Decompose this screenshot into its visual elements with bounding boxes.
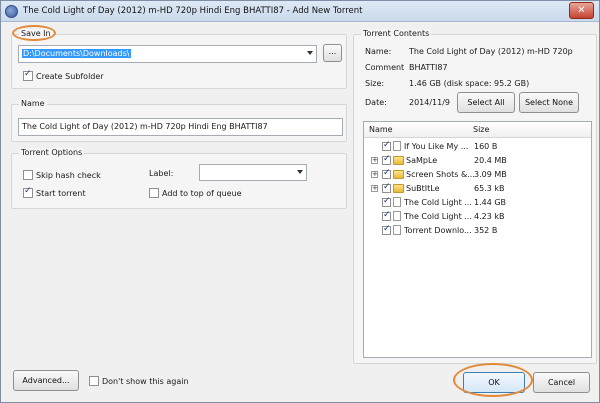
info-date-key: Date: xyxy=(365,98,387,107)
file-checkbox[interactable] xyxy=(382,168,391,179)
label-dropdown[interactable] xyxy=(199,164,307,181)
file-name: Torrent Downlo... xyxy=(404,226,472,235)
file-tree-row[interactable]: + SaMpLe 20.4 MB xyxy=(364,154,591,168)
add-top-queue-label: Add to top of queue xyxy=(162,189,242,198)
file-icon xyxy=(393,141,401,151)
file-size: 4.23 kB xyxy=(474,212,505,221)
file-checkbox[interactable] xyxy=(382,224,391,235)
file-size: 65.3 kB xyxy=(474,184,505,193)
file-size: 20.4 MB xyxy=(474,156,507,165)
folder-icon xyxy=(393,156,404,165)
torrent-name-input[interactable]: The Cold Light of Day (2012) m-HD 720p H… xyxy=(18,118,343,136)
close-button[interactable]: ✕ xyxy=(569,2,594,19)
window-title: The Cold Light of Day (2012) m-HD 720p H… xyxy=(23,6,363,16)
file-checkbox[interactable] xyxy=(382,210,391,221)
info-comment-key: Comment xyxy=(365,63,405,72)
folder-icon xyxy=(393,170,404,179)
folder-name: SaMpLe xyxy=(406,156,438,165)
file-size: 1.44 GB xyxy=(474,198,507,207)
expand-icon[interactable]: + xyxy=(371,157,378,164)
select-all-button[interactable]: Select All xyxy=(457,92,515,113)
add-torrent-dialog: The Cold Light of Day (2012) m-HD 720p H… xyxy=(0,0,600,403)
chevron-down-icon xyxy=(297,170,303,174)
skip-hash-checkbox[interactable] xyxy=(23,170,33,180)
file-checkbox[interactable] xyxy=(382,182,391,193)
label-field-label: Label: xyxy=(149,169,174,178)
torrent-options-group xyxy=(11,153,347,209)
info-name-key: Name: xyxy=(365,47,392,56)
expand-icon[interactable]: + xyxy=(371,171,378,178)
file-checkbox[interactable] xyxy=(382,140,391,151)
file-icon xyxy=(393,211,401,221)
browse-button[interactable]: ... xyxy=(323,44,342,62)
file-icon xyxy=(393,225,401,235)
file-tree-row[interactable]: Torrent Downlo... 352 B xyxy=(364,224,591,238)
add-top-queue-checkbox[interactable] xyxy=(149,188,159,198)
file-tree-header: Name Size xyxy=(364,122,591,138)
start-torrent-label: Start torrent xyxy=(36,189,86,198)
create-subfolder-checkbox[interactable] xyxy=(23,69,33,81)
folder-name: SuBtItLe xyxy=(406,184,440,193)
file-tree-row[interactable]: If You Like My ... 160 B xyxy=(364,140,591,154)
file-tree-row[interactable]: The Cold Light ... 4.23 kB xyxy=(364,210,591,224)
cancel-button[interactable]: Cancel xyxy=(533,372,590,393)
info-name-value: The Cold Light of Day (2012) m-HD 720p xyxy=(409,47,573,56)
dont-show-checkbox[interactable] xyxy=(89,376,99,386)
column-header-size[interactable]: Size xyxy=(473,125,489,134)
app-icon xyxy=(5,5,18,18)
select-none-button[interactable]: Select None xyxy=(519,92,579,113)
info-size-key: Size: xyxy=(365,79,385,88)
title-bar[interactable]: The Cold Light of Day (2012) m-HD 720p H… xyxy=(1,1,599,22)
file-tree-row[interactable]: + Screen Shots &... 3.09 MB xyxy=(364,168,591,182)
info-comment-value: BHATTI87 xyxy=(409,63,448,72)
file-size: 3.09 MB xyxy=(474,170,507,179)
expand-icon[interactable]: + xyxy=(371,185,378,192)
torrent-options-label: Torrent Options xyxy=(19,148,85,157)
save-path-value: D:\Documents\Downloads\ xyxy=(22,49,131,58)
file-name: If You Like My ... xyxy=(404,142,469,151)
name-label: Name xyxy=(19,99,47,108)
file-name: The Cold Light ... xyxy=(404,212,472,221)
file-size: 352 B xyxy=(474,226,498,235)
file-tree-row[interactable]: The Cold Light ... 1.44 GB xyxy=(364,196,591,210)
annotation-circle xyxy=(12,25,56,41)
annotation-circle xyxy=(453,363,533,397)
torrent-contents-label: Torrent Contents xyxy=(361,29,432,38)
folder-icon xyxy=(393,184,404,193)
file-tree[interactable]: Name Size If You Like My ... 160 B + SaM… xyxy=(363,121,592,358)
dont-show-label: Don't show this again xyxy=(102,377,189,386)
info-size-value: 1.46 GB (disk space: 95.2 GB) xyxy=(409,79,530,88)
create-subfolder-label: Create Subfolder xyxy=(36,72,104,81)
folder-name: Screen Shots &... xyxy=(406,170,475,179)
chevron-down-icon xyxy=(307,51,313,55)
file-checkbox[interactable] xyxy=(382,154,391,165)
save-path-dropdown[interactable]: D:\Documents\Downloads\ xyxy=(18,45,317,63)
file-icon xyxy=(393,197,401,207)
skip-hash-label: Skip hash check xyxy=(36,171,101,180)
file-size: 160 B xyxy=(474,142,498,151)
info-date-value: 2014/11/9 xyxy=(409,98,451,107)
start-torrent-checkbox[interactable] xyxy=(23,186,33,198)
file-name: The Cold Light ... xyxy=(404,198,472,207)
file-checkbox[interactable] xyxy=(382,196,391,207)
advanced-button[interactable]: Advanced... xyxy=(13,370,79,391)
file-tree-row[interactable]: + SuBtItLe 65.3 kB xyxy=(364,182,591,196)
column-header-name[interactable]: Name xyxy=(369,125,393,134)
